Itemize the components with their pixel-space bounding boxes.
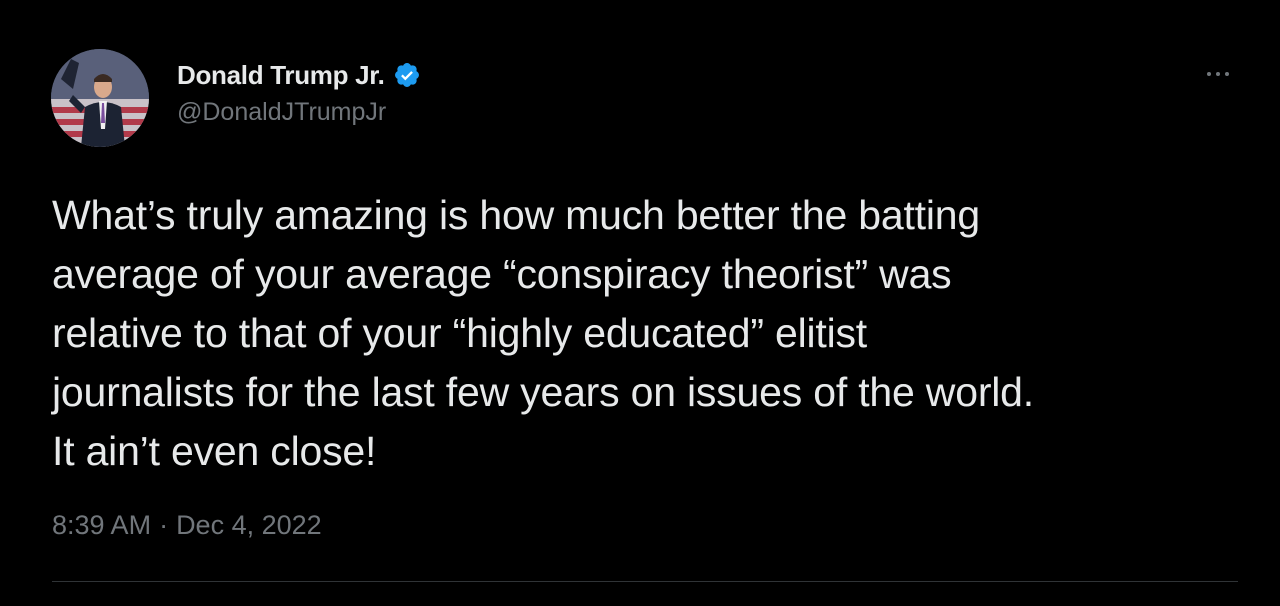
more-horizontal-icon-dot — [1216, 72, 1220, 76]
tweet-text-line: relative to that of your “highly educate… — [52, 310, 867, 356]
tweet-time: 8:39 AM — [52, 510, 152, 540]
tweet-text-line: journalists for the last few years on is… — [52, 369, 1034, 415]
handle[interactable]: @DonaldJTrumpJr — [177, 98, 421, 127]
more-horizontal-icon-dot — [1225, 72, 1229, 76]
tweet-timestamp[interactable]: 8:39 AM · Dec 4, 2022 — [52, 510, 322, 541]
tweet: Donald Trump Jr. @DonaldJTrumpJr What’s … — [0, 0, 1280, 606]
tweet-text-line: It ain’t even close! — [52, 428, 377, 474]
tweet-text-line: average of your average “conspiracy theo… — [52, 251, 952, 297]
name-row: Donald Trump Jr. — [177, 58, 421, 92]
tweet-text-line: What’s truly amazing is how much better … — [52, 192, 980, 238]
avatar[interactable] — [51, 49, 149, 147]
timestamp-separator: · — [159, 510, 169, 540]
display-name[interactable]: Donald Trump Jr. — [177, 60, 385, 91]
author-block: Donald Trump Jr. @DonaldJTrumpJr — [177, 58, 421, 127]
divider — [52, 581, 1238, 582]
avatar-image — [51, 49, 149, 147]
more-horizontal-icon — [1207, 72, 1211, 76]
tweet-text: What’s truly amazing is how much better … — [52, 186, 1242, 481]
more-options-button[interactable] — [1196, 56, 1240, 92]
tweet-date: Dec 4, 2022 — [176, 510, 322, 540]
verified-badge-icon — [393, 61, 421, 89]
